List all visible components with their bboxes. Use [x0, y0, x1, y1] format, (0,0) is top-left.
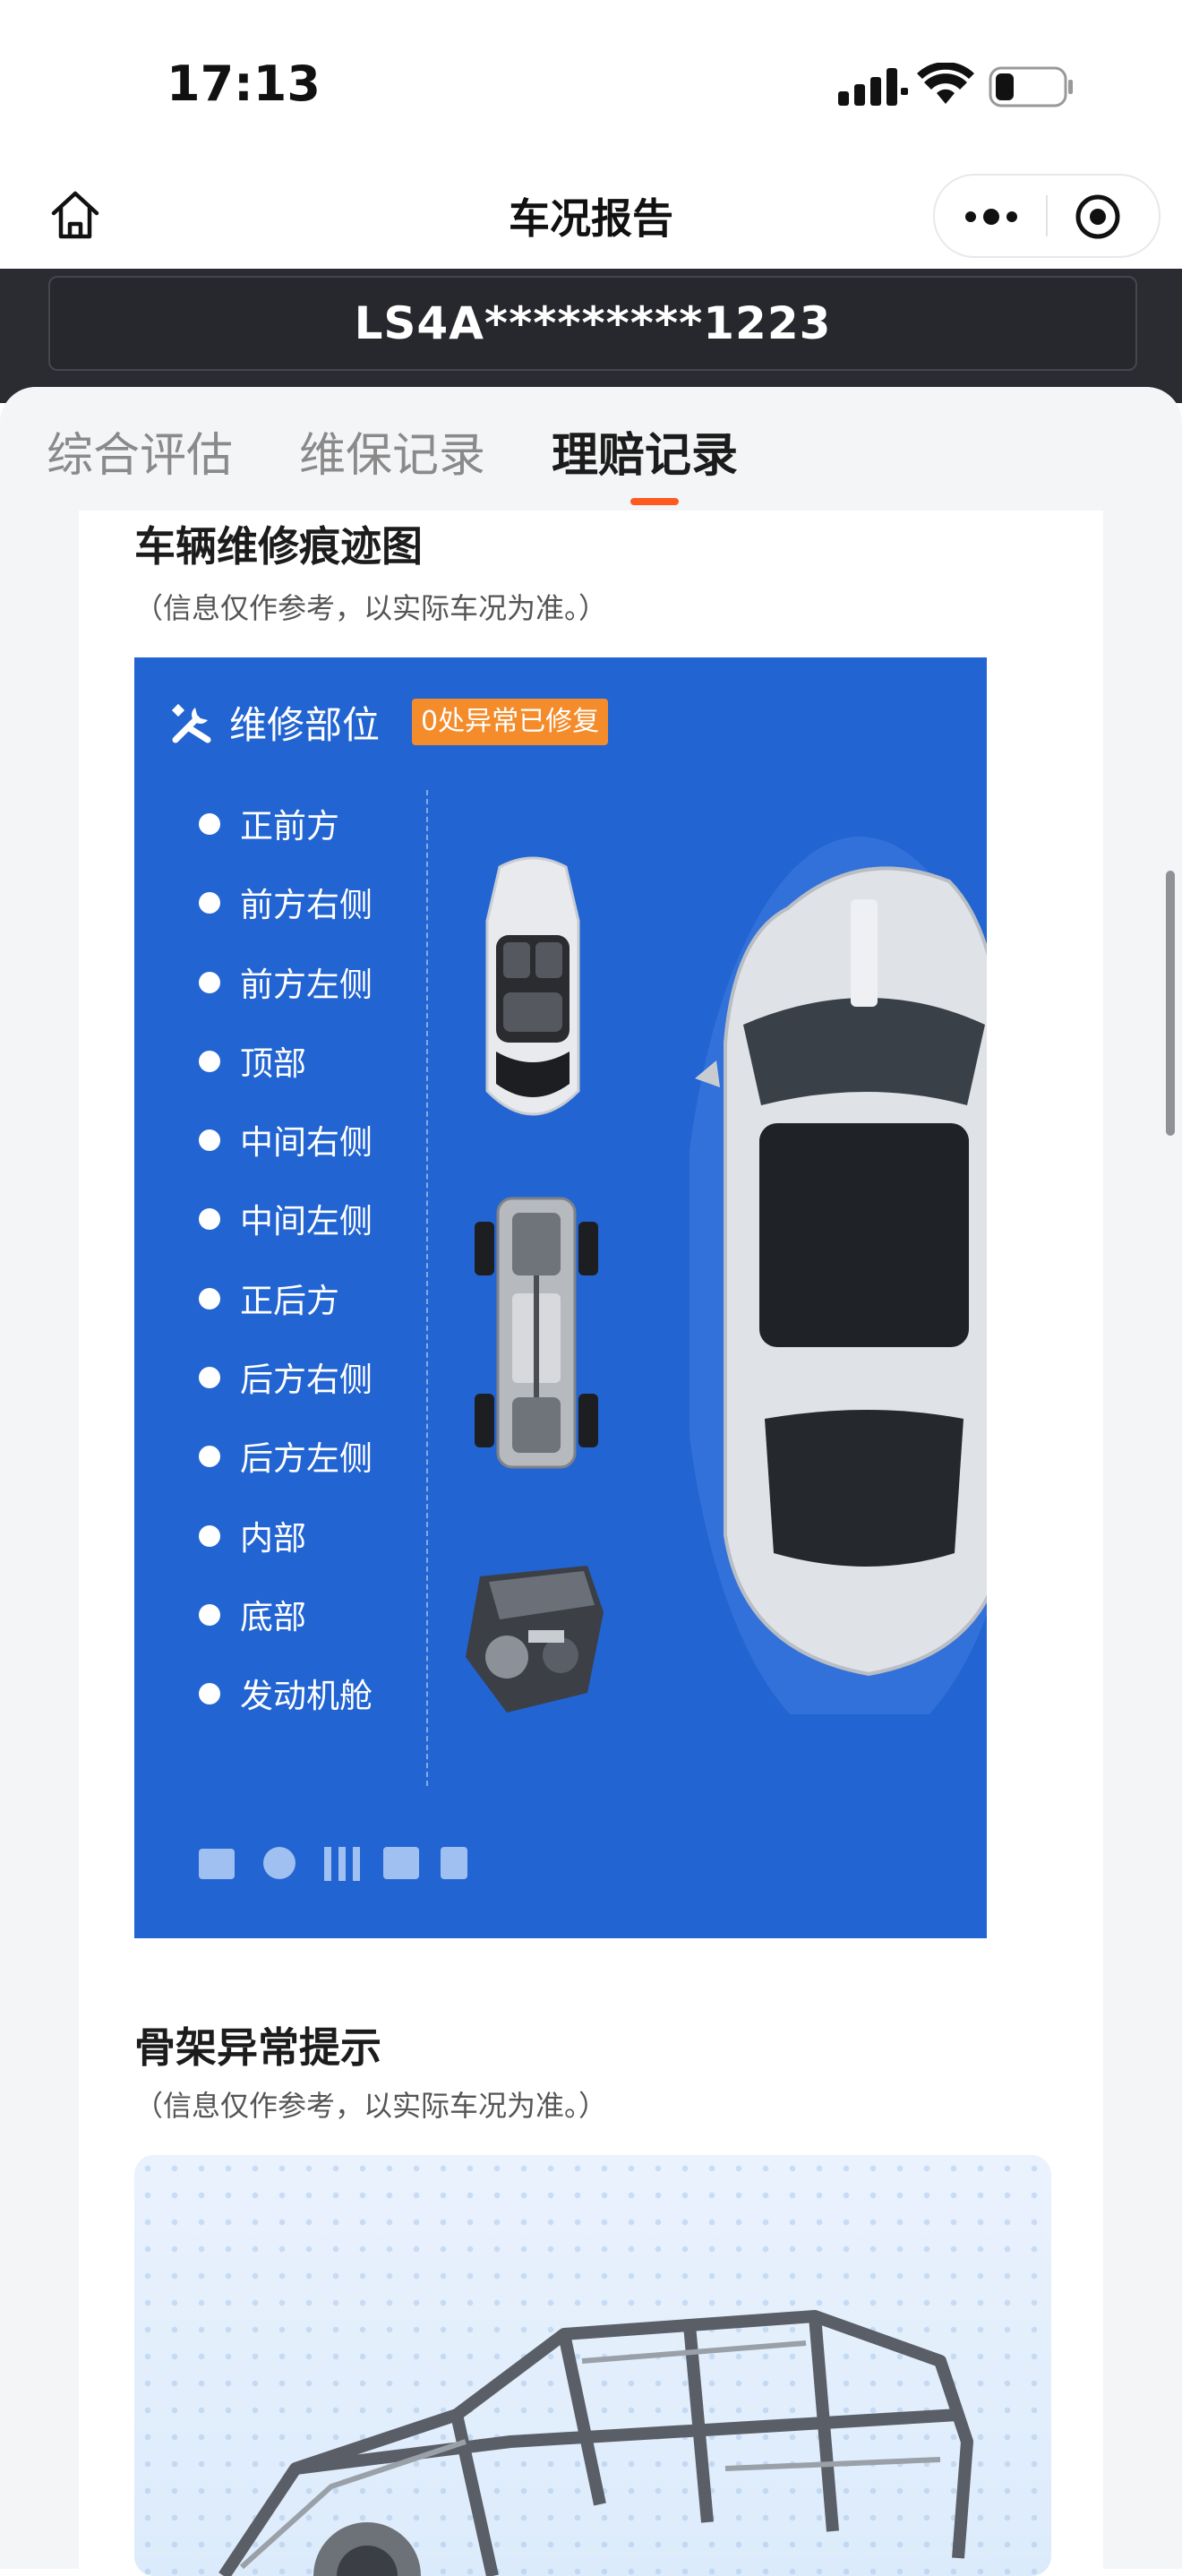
part-item[interactable]: 后方左侧 — [199, 1426, 423, 1505]
more-icon[interactable] — [960, 197, 1023, 236]
part-label: 后方左侧 — [240, 1439, 373, 1479]
content-card: 车辆维修痕迹图 （信息仅作参考，以实际车况为准。） 维修部位 0处异常已修复 正… — [79, 511, 1103, 2576]
part-item[interactable]: 正后方 — [199, 1268, 423, 1347]
repair-section-title: 车辆维修痕迹图 — [134, 522, 423, 571]
bullet-dot — [199, 1367, 220, 1389]
tab-maintenance-records[interactable]: 维保记录 — [299, 417, 485, 485]
mini-program-capsule — [933, 174, 1161, 258]
vin-number: LS4A*********1223 — [354, 297, 832, 349]
wifi-icon — [917, 63, 974, 104]
wrench-icon — [171, 703, 211, 743]
bullet-dot — [199, 892, 220, 914]
bullet-dot — [199, 1129, 220, 1152]
bullet-dot — [199, 1050, 220, 1072]
engine-image — [466, 1566, 604, 1713]
car-frame-image — [218, 2310, 973, 2576]
feature-icons-row — [199, 1847, 467, 1881]
frame-section-note: （信息仅作参考，以实际车况为准。） — [134, 2089, 608, 2123]
scrollbar[interactable] — [1166, 871, 1175, 1136]
bullet-dot — [199, 1603, 220, 1626]
part-label: 前方右侧 — [240, 886, 373, 925]
frame-section-title: 骨架异常提示 — [134, 2023, 381, 2072]
repair-section-note: （信息仅作参考，以实际车况为准。） — [134, 591, 608, 625]
part-item[interactable]: 内部 — [199, 1506, 423, 1584]
chassis-image — [475, 1197, 598, 1469]
part-label: 内部 — [240, 1518, 306, 1558]
battery-icon — [989, 66, 1073, 107]
bullet-dot — [199, 1287, 220, 1309]
part-label: 后方右侧 — [240, 1361, 373, 1400]
status-time: 17:13 — [167, 56, 321, 112]
vin-band: LS4A*********1223 — [0, 269, 1182, 403]
part-label: 中间右侧 — [240, 1123, 373, 1163]
part-label: 中间左侧 — [240, 1202, 373, 1241]
repair-map-panel: 维修部位 0处异常已修复 正前方 前方右侧 前方左侧 顶部 中间右侧 中间左侧 … — [134, 657, 987, 1938]
part-item[interactable]: 后方右侧 — [199, 1347, 423, 1426]
part-label: 发动机舱 — [240, 1677, 373, 1716]
car-top-view-large-image — [690, 837, 987, 1714]
part-item[interactable]: 发动机舱 — [199, 1663, 423, 1742]
bullet-dot — [199, 1683, 220, 1705]
tab-active-indicator — [630, 498, 679, 505]
status-bar: 17:13 — [0, 0, 1182, 170]
tab-overall-assessment[interactable]: 综合评估 — [47, 417, 233, 485]
repaired-badge: 0处异常已修复 — [412, 699, 609, 745]
part-label: 正前方 — [240, 807, 339, 846]
part-item[interactable]: 正前方 — [199, 794, 423, 872]
tab-claim-records[interactable]: 理赔记录 — [552, 417, 738, 485]
frame-image-area — [134, 2155, 1051, 2576]
nav-bar: 车况报告 — [0, 170, 1182, 269]
capsule-divider — [1046, 195, 1048, 236]
tab-bar: 综合评估 维保记录 理赔记录 — [0, 387, 1182, 511]
part-label: 前方左侧 — [240, 965, 373, 1004]
bullet-dot — [199, 971, 220, 993]
part-item[interactable]: 前方右侧 — [199, 872, 423, 951]
panel-title: 维修部位 — [229, 703, 381, 747]
part-item[interactable]: 底部 — [199, 1584, 423, 1663]
part-item[interactable]: 中间右侧 — [199, 1110, 423, 1189]
part-label: 顶部 — [240, 1043, 306, 1083]
part-item[interactable]: 中间左侧 — [199, 1189, 423, 1267]
bullet-dot — [199, 813, 220, 835]
part-label: 正后方 — [240, 1281, 339, 1320]
target-icon[interactable] — [1073, 192, 1123, 242]
part-item[interactable]: 前方左侧 — [199, 952, 423, 1031]
part-item[interactable]: 顶部 — [199, 1031, 423, 1110]
part-label: 底部 — [240, 1597, 306, 1636]
dashed-divider — [426, 790, 428, 1786]
car-top-view-image — [485, 856, 580, 1116]
bullet-dot — [199, 1524, 220, 1547]
part-list: 正前方 前方右侧 前方左侧 顶部 中间右侧 中间左侧 正后方 后方右侧 后方左侧… — [199, 794, 423, 1743]
vin-box: LS4A*********1223 — [48, 276, 1137, 371]
bullet-dot — [199, 1208, 220, 1231]
bullet-dot — [199, 1446, 220, 1468]
signal-icon — [838, 68, 908, 106]
